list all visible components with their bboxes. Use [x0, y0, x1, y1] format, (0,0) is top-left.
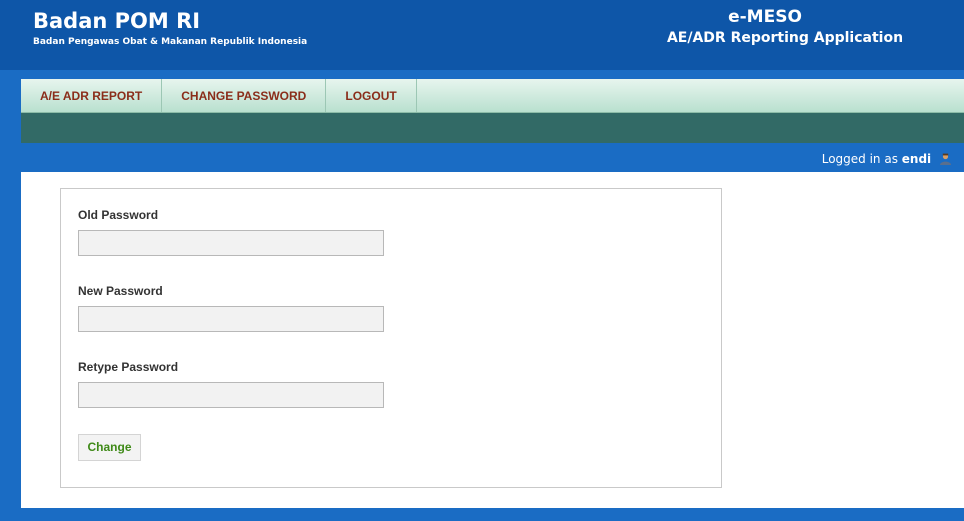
main-nav: A/E ADR REPORT CHANGE PASSWORD LOGOUT: [21, 79, 964, 113]
retype-password-label: Retype Password: [78, 360, 179, 374]
app-header: Badan POM RI Badan Pengawas Obat & Makan…: [0, 0, 964, 70]
main-content: Old Password New Password Retype Passwor…: [21, 172, 964, 508]
retype-password-input[interactable]: [78, 382, 384, 408]
org-title: Badan POM RI: [33, 9, 201, 33]
logged-in-prefix: Logged in as: [821, 152, 898, 166]
nav-item-change-password[interactable]: CHANGE PASSWORD: [162, 79, 327, 112]
old-password-label: Old Password: [78, 208, 159, 222]
new-password-input[interactable]: [78, 306, 384, 332]
nav-item-ae-adr-report[interactable]: A/E ADR REPORT: [21, 79, 163, 112]
app-title: e-MESO: [728, 7, 802, 27]
username: endi: [901, 152, 932, 166]
change-password-form: Old Password New Password Retype Passwor…: [60, 188, 722, 488]
login-status: Logged in as endi: [822, 152, 952, 166]
new-password-label: New Password: [78, 284, 163, 298]
org-subtitle: Badan Pengawas Obat & Makanan Republik I…: [33, 37, 308, 47]
nav-item-logout[interactable]: LOGOUT: [326, 79, 417, 112]
change-button[interactable]: Change: [78, 434, 141, 461]
app-subtitle: AE/ADR Reporting Application: [666, 30, 904, 46]
old-password-input[interactable]: [78, 230, 384, 256]
sub-nav-bar: [21, 113, 964, 143]
user-icon: [939, 153, 952, 165]
